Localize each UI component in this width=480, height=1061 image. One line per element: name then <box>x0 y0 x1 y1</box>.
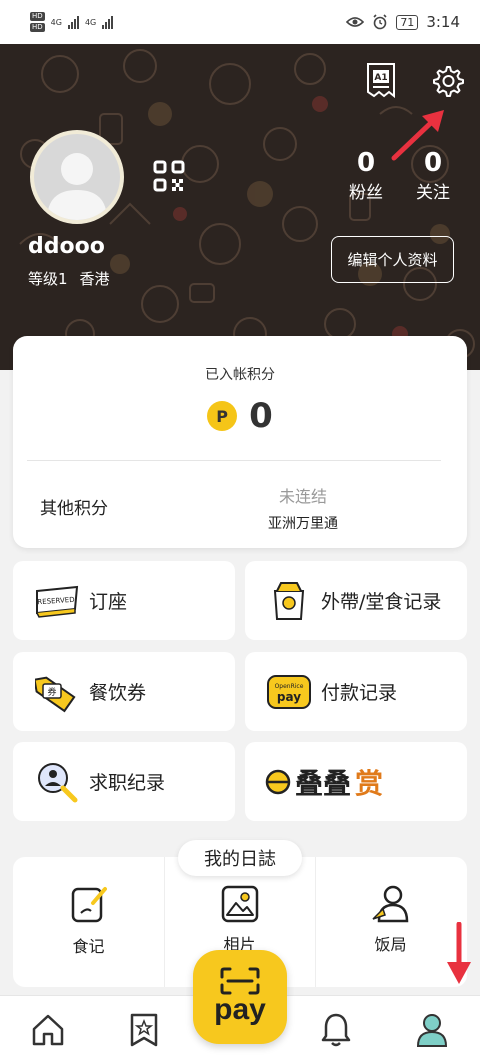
annotation-arrow-down <box>447 922 471 984</box>
link-status[interactable]: 未连结 <box>233 483 373 507</box>
photo-icon <box>221 885 258 923</box>
followers-stat[interactable]: 0 粉丝 <box>336 148 396 204</box>
partner-name: 亚洲万里通 <box>268 516 338 532</box>
receipt-icon[interactable]: A1 <box>366 62 396 98</box>
user-level: 等级1 <box>28 270 68 288</box>
username: ddooo <box>28 234 105 259</box>
edit-profile-button[interactable]: 编辑个人资料 <box>331 236 454 283</box>
pay-scan-button[interactable]: pay <box>193 950 287 1044</box>
following-label: 关注 <box>416 183 450 203</box>
svg-text:A1: A1 <box>374 73 387 83</box>
menu-coupons-label: 餐饮券 <box>89 682 147 704</box>
signal-icon <box>67 15 79 29</box>
nav-notifications[interactable] <box>314 1008 358 1052</box>
user-meta: 等级1 香港 <box>28 268 110 289</box>
profile-active-icon <box>416 1014 448 1047</box>
home-icon <box>32 1014 64 1046</box>
hd-badge-1: HD <box>30 12 45 21</box>
clock: 3:14 <box>426 13 460 31</box>
menu-reservation-label: 订座 <box>89 591 128 613</box>
svg-text:券: 券 <box>47 686 56 698</box>
brand-logo: 叠叠赏 <box>265 762 383 802</box>
bell-icon <box>321 1013 351 1047</box>
nav-home[interactable] <box>26 1008 70 1052</box>
hd-badge-2: HD <box>30 23 45 32</box>
journal-dining-label: 饭局 <box>374 935 407 954</box>
pay-label: pay <box>214 993 266 1026</box>
menu-job-label: 求职纪录 <box>89 772 166 794</box>
points-p-icon: P <box>207 401 238 431</box>
bookmark-star-icon <box>130 1013 158 1047</box>
points-display: P 0 <box>13 396 467 436</box>
followers-label: 粉丝 <box>349 183 383 203</box>
user-region: 香港 <box>79 270 110 288</box>
brand-accent: 赏 <box>355 766 384 800</box>
alarm-icon <box>373 14 387 30</box>
nav-profile[interactable] <box>410 1008 454 1052</box>
menu-reservation[interactable]: RESERVED 订座 <box>13 561 235 640</box>
avatar[interactable] <box>30 130 124 224</box>
followers-count: 0 <box>356 148 376 178</box>
network-type-2: 4G <box>84 17 97 27</box>
following-stat[interactable]: 0 关注 <box>403 148 463 204</box>
menu-takeaway-label: 外帶/堂食记录 <box>321 591 442 613</box>
battery-indicator: 71 <box>396 14 419 30</box>
coupon-tag-icon: 券 <box>33 668 81 716</box>
signal-icon-2 <box>102 15 114 29</box>
brand-bowl-icon <box>265 769 291 794</box>
reserved-sign-icon: RESERVED <box>33 577 81 625</box>
eye-icon <box>346 17 365 27</box>
scan-frame-icon <box>220 967 260 995</box>
svg-text:OpenRice: OpenRice <box>275 683 304 690</box>
qr-code-icon[interactable] <box>153 160 185 192</box>
svg-text:pay: pay <box>277 690 301 704</box>
journal-food-notes-label: 食记 <box>72 937 105 956</box>
job-search-icon <box>33 758 81 806</box>
nav-bookmarks[interactable] <box>122 1008 166 1052</box>
menu-coupons[interactable]: 券 餐饮券 <box>13 652 235 731</box>
menu-payment-label: 付款记录 <box>321 682 398 704</box>
dining-event-icon <box>371 885 408 923</box>
journal-title: 我的日誌 <box>178 840 302 876</box>
food-note-icon <box>71 887 107 923</box>
following-count: 0 <box>423 148 443 178</box>
status-right: 71 3:14 <box>346 13 460 31</box>
menu-payment-records[interactable]: OpenRice pay 付款记录 <box>245 652 467 731</box>
network-type-1: 4G <box>50 17 62 27</box>
network-indicators: HD HD 4G 4G <box>30 12 114 32</box>
menu-job-records[interactable]: 求职纪录 <box>13 742 235 821</box>
divider <box>27 460 441 461</box>
status-bar: HD HD 4G 4G 71 3:14 <box>0 0 480 44</box>
menu-brand-banner[interactable]: 叠叠赏 <box>245 742 467 821</box>
points-value: 0 <box>249 396 273 436</box>
openrice-pay-icon: OpenRice pay <box>265 668 313 716</box>
brand-name: 叠叠 <box>295 766 352 800</box>
takeaway-bag-icon <box>265 577 313 625</box>
journal-food-notes[interactable]: 食记 <box>13 857 164 987</box>
default-avatar-icon <box>47 153 107 220</box>
settings-gear-icon[interactable] <box>430 64 464 98</box>
other-points-label: 其他积分 <box>40 499 108 519</box>
profile-header: A1 ddooo 等级1 香港 0 粉丝 0 关注 编辑个人资料 <box>0 44 480 370</box>
points-card[interactable]: 已入帐积分 P 0 其他积分 未连结 亚洲万里通 <box>13 336 467 548</box>
menu-takeaway-records[interactable]: 外帶/堂食记录 <box>245 561 467 640</box>
points-label: 已入帐积分 <box>205 367 275 383</box>
